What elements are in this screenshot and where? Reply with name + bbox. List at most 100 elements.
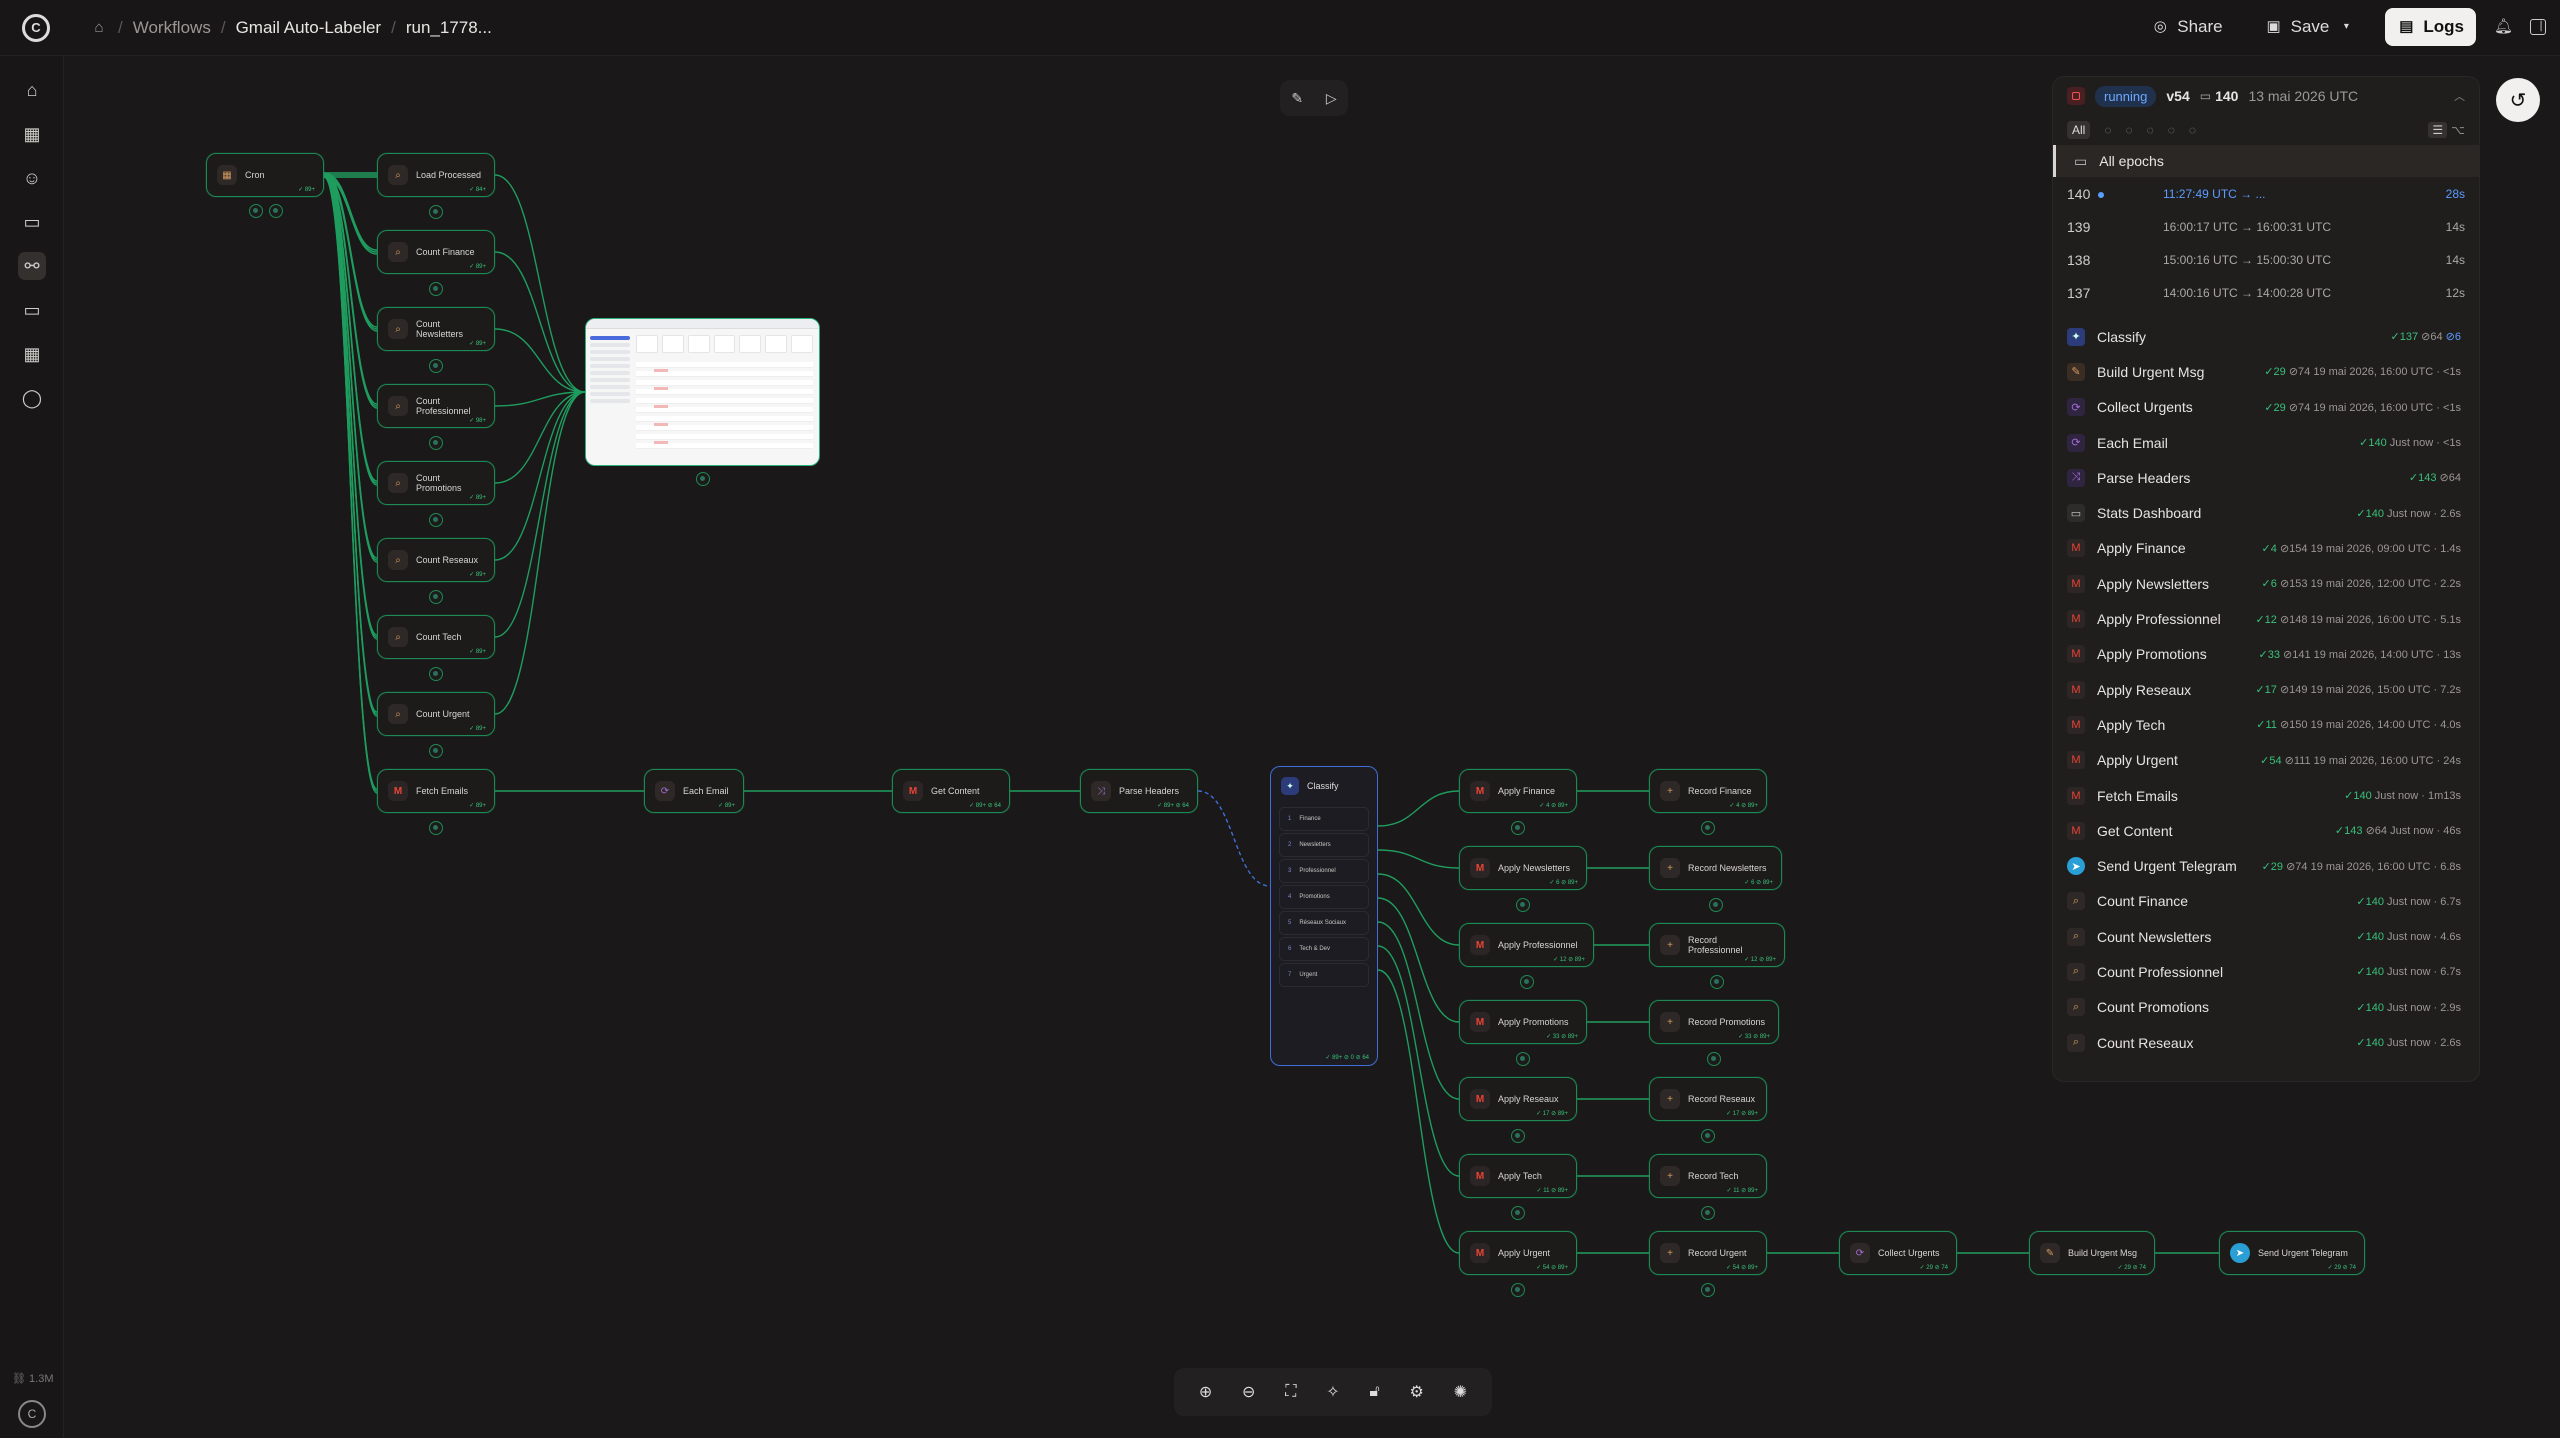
- pause-icon[interactable]: [249, 204, 263, 218]
- stats-dashboard-preview[interactable]: [585, 318, 820, 466]
- zoom-in-icon[interactable]: ⊕: [1199, 1382, 1212, 1402]
- output-pin[interactable]: [429, 282, 443, 296]
- filter-pending-icon[interactable]: ◌: [2104, 123, 2111, 137]
- node-run-row[interactable]: ⟳ Each Email ✓140 Just now · <1s: [2053, 425, 2479, 460]
- node-run-row[interactable]: ⌕ Count Promotions ✓140 Just now · 2.9s: [2053, 990, 2479, 1025]
- node-ru[interactable]: + Record Urgent ✓ 54 ⊘ 89+: [1649, 1231, 1767, 1275]
- epoch-row[interactable]: 139 16:00:17 UTC → 16:00:31 UTC 14s: [2053, 210, 2479, 243]
- node-run-row[interactable]: ✎ Build Urgent Msg ✓29 ⊘74 19 mai 2026, …: [2053, 354, 2479, 389]
- edit-icon[interactable]: ✎: [1291, 90, 1303, 107]
- output-pin[interactable]: [429, 359, 443, 373]
- node-run-row[interactable]: ⌕ Count Finance ✓140 Just now · 6.7s: [2053, 884, 2479, 919]
- output-pin[interactable]: [1701, 1206, 1715, 1220]
- node-rt[interactable]: + Record Tech ✓ 11 ⊘ 89+: [1649, 1154, 1767, 1198]
- node-cp[interactable]: ⌕ Count Professionnel ✓ 98+: [377, 384, 495, 428]
- node-bum[interactable]: ✎ Build Urgent Msg ✓ 29 ⊘ 74: [2029, 1231, 2155, 1275]
- node-run-row[interactable]: ⟳ Collect Urgents ✓29 ⊘74 19 mai 2026, 1…: [2053, 390, 2479, 425]
- output-pin[interactable]: [1516, 1052, 1530, 1066]
- filter-error-icon[interactable]: ◌: [2168, 123, 2175, 137]
- output-pin[interactable]: [429, 744, 443, 758]
- bell-icon[interactable]: 🔔︎: [2494, 18, 2513, 36]
- node-cn[interactable]: ⌕ Count Newsletters ✓ 89+: [377, 307, 495, 351]
- classify-branch[interactable]: 6 Tech & Dev: [1279, 937, 1369, 961]
- classify-branch[interactable]: 2 Newsletters: [1279, 833, 1369, 857]
- node-at[interactable]: M Apply Tech ✓ 11 ⊘ 89+: [1459, 1154, 1577, 1198]
- node-rf[interactable]: + Record Finance ✓ 4 ⊘ 89+: [1649, 769, 1767, 813]
- workflow-icon[interactable]: ⚯: [18, 252, 46, 280]
- node-run-row[interactable]: M Apply Professionnel ✓12 ⊘148 19 mai 20…: [2053, 601, 2479, 636]
- node-fe[interactable]: M Fetch Emails ✓ 89+: [377, 769, 495, 813]
- breadcrumb-workflows[interactable]: Workflows: [133, 18, 211, 38]
- epoch-row[interactable]: 137 14:00:16 UTC → 14:00:28 UTC 12s: [2053, 276, 2479, 309]
- output-pin[interactable]: [1511, 821, 1525, 835]
- chevron-down-icon[interactable]: ▾: [2337, 18, 2355, 36]
- node-gc[interactable]: M Get Content ✓ 89+ ⊘ 64: [892, 769, 1010, 813]
- output-pin[interactable]: [429, 590, 443, 604]
- sparkle-icon[interactable]: ✺: [1454, 1382, 1467, 1402]
- list-view-icon[interactable]: ☰: [2428, 122, 2448, 138]
- monitor-icon[interactable]: ▭: [18, 296, 46, 324]
- classify-branch[interactable]: 7 Urgent: [1279, 963, 1369, 987]
- lock-icon[interactable]: 🔓︎: [1369, 1383, 1379, 1401]
- node-ar[interactable]: M Apply Reseaux ✓ 17 ⊘ 89+: [1459, 1077, 1577, 1121]
- all-epochs-row[interactable]: ▭ All epochs: [2053, 145, 2479, 177]
- output-pin[interactable]: [1511, 1283, 1525, 1297]
- output-pin[interactable]: [429, 513, 443, 527]
- output-pin[interactable]: [1708, 898, 1723, 912]
- node-ee[interactable]: ⟳ Each Email ✓ 89+: [644, 769, 744, 813]
- breadcrumb-project[interactable]: Gmail Auto-Labeler: [236, 18, 382, 38]
- output-pin[interactable]: [696, 472, 710, 486]
- run-trigger-icon[interactable]: [269, 204, 283, 218]
- chat-icon[interactable]: ◯: [18, 384, 46, 412]
- node-run-row[interactable]: M Apply Promotions ✓33 ⊘141 19 mai 2026,…: [2053, 637, 2479, 672]
- node-run-row[interactable]: M Apply Urgent ✓54 ⊘111 19 mai 2026, 16:…: [2053, 743, 2479, 778]
- node-cpr[interactable]: ⌕ Count Promotions ✓ 89+: [377, 461, 495, 505]
- calendar-icon[interactable]: ▭: [18, 208, 46, 236]
- epoch-row[interactable]: 138 15:00:16 UTC → 15:00:30 UTC 14s: [2053, 243, 2479, 276]
- filter-all[interactable]: All: [2067, 121, 2091, 139]
- classify-branch[interactable]: 3 Professionnel: [1279, 859, 1369, 883]
- node-cron[interactable]: ▦ Cron ✓ 89+: [206, 153, 324, 197]
- output-pin[interactable]: [1710, 975, 1724, 989]
- node-cu[interactable]: ⌕ Count Urgent ✓ 89+: [377, 692, 495, 736]
- node-rpr[interactable]: + Record Promotions ✓ 33 ⊘ 89+: [1649, 1000, 1779, 1044]
- node-cug[interactable]: ⟳ Collect Urgents ✓ 29 ⊘ 74: [1839, 1231, 1957, 1275]
- filter-success-icon[interactable]: ◌: [2125, 123, 2132, 137]
- filter-cancelled-icon[interactable]: ◌: [2189, 123, 2196, 137]
- node-rp[interactable]: + Record Professionnel ✓ 12 ⊘ 89+: [1649, 923, 1785, 967]
- node-run-row[interactable]: ⌕ Count Newsletters ✓140 Just now · 4.6s: [2053, 919, 2479, 954]
- node-cr[interactable]: ⌕ Count Reseaux ✓ 89+: [377, 538, 495, 582]
- home-icon[interactable]: ⌂: [18, 76, 46, 104]
- output-pin[interactable]: [429, 436, 443, 450]
- node-af[interactable]: M Apply Finance ✓ 4 ⊘ 89+: [1459, 769, 1577, 813]
- epoch-row[interactable]: 140 11:27:49 UTC → ... 28s: [2053, 177, 2479, 210]
- node-ct[interactable]: ⌕ Count Tech ✓ 89+: [377, 615, 495, 659]
- output-pin[interactable]: [1707, 1052, 1721, 1066]
- node-load[interactable]: ⌕ Load Processed ✓ 84+: [377, 153, 495, 197]
- node-run-row[interactable]: ✦ Classify ✓137 ⊘64 ⊘6: [2053, 319, 2479, 354]
- history-button[interactable]: ↺: [2496, 78, 2540, 122]
- output-pin[interactable]: [1511, 1206, 1525, 1220]
- node-run-row[interactable]: M Get Content ✓143 ⊘64 Just now · 46s: [2053, 813, 2479, 848]
- app-logo[interactable]: C: [22, 13, 50, 42]
- logs-button[interactable]: ▤ Logs: [2385, 8, 2476, 46]
- node-run-row[interactable]: ➤ Send Urgent Telegram ✓29 ⊘74 19 mai 20…: [2053, 848, 2479, 883]
- tree-view-icon[interactable]: ⌥: [2451, 123, 2465, 137]
- node-run-row[interactable]: M Fetch Emails ✓140 Just now · 1m13s: [2053, 778, 2479, 813]
- node-an[interactable]: M Apply Newsletters ✓ 6 ⊘ 89+: [1459, 846, 1587, 890]
- node-run-row[interactable]: ⤨ Parse Headers ✓143 ⊘64: [2053, 460, 2479, 495]
- share-button[interactable]: ◎ Share: [2139, 8, 2234, 46]
- classify-branch[interactable]: 4 Promotions: [1279, 885, 1369, 909]
- panel-toggle-icon[interactable]: ▕: [2530, 19, 2546, 35]
- classify-branch[interactable]: 1 Finance: [1279, 807, 1369, 831]
- output-pin[interactable]: [1701, 821, 1715, 835]
- output-pin[interactable]: [429, 205, 443, 219]
- output-pin[interactable]: [1516, 898, 1530, 912]
- node-run-row[interactable]: M Apply Tech ✓11 ⊘150 19 mai 2026, 14:00…: [2053, 707, 2479, 742]
- play-icon[interactable]: ▷: [1326, 90, 1337, 107]
- table-icon[interactable]: ▦: [18, 340, 46, 368]
- output-pin[interactable]: [1701, 1283, 1715, 1297]
- node-run-row[interactable]: M Apply Reseaux ✓17 ⊘149 19 mai 2026, 15…: [2053, 672, 2479, 707]
- save-button[interactable]: ▣ Save ▾: [2253, 8, 2368, 46]
- node-cf[interactable]: ⌕ Count Finance ✓ 89+: [377, 230, 495, 274]
